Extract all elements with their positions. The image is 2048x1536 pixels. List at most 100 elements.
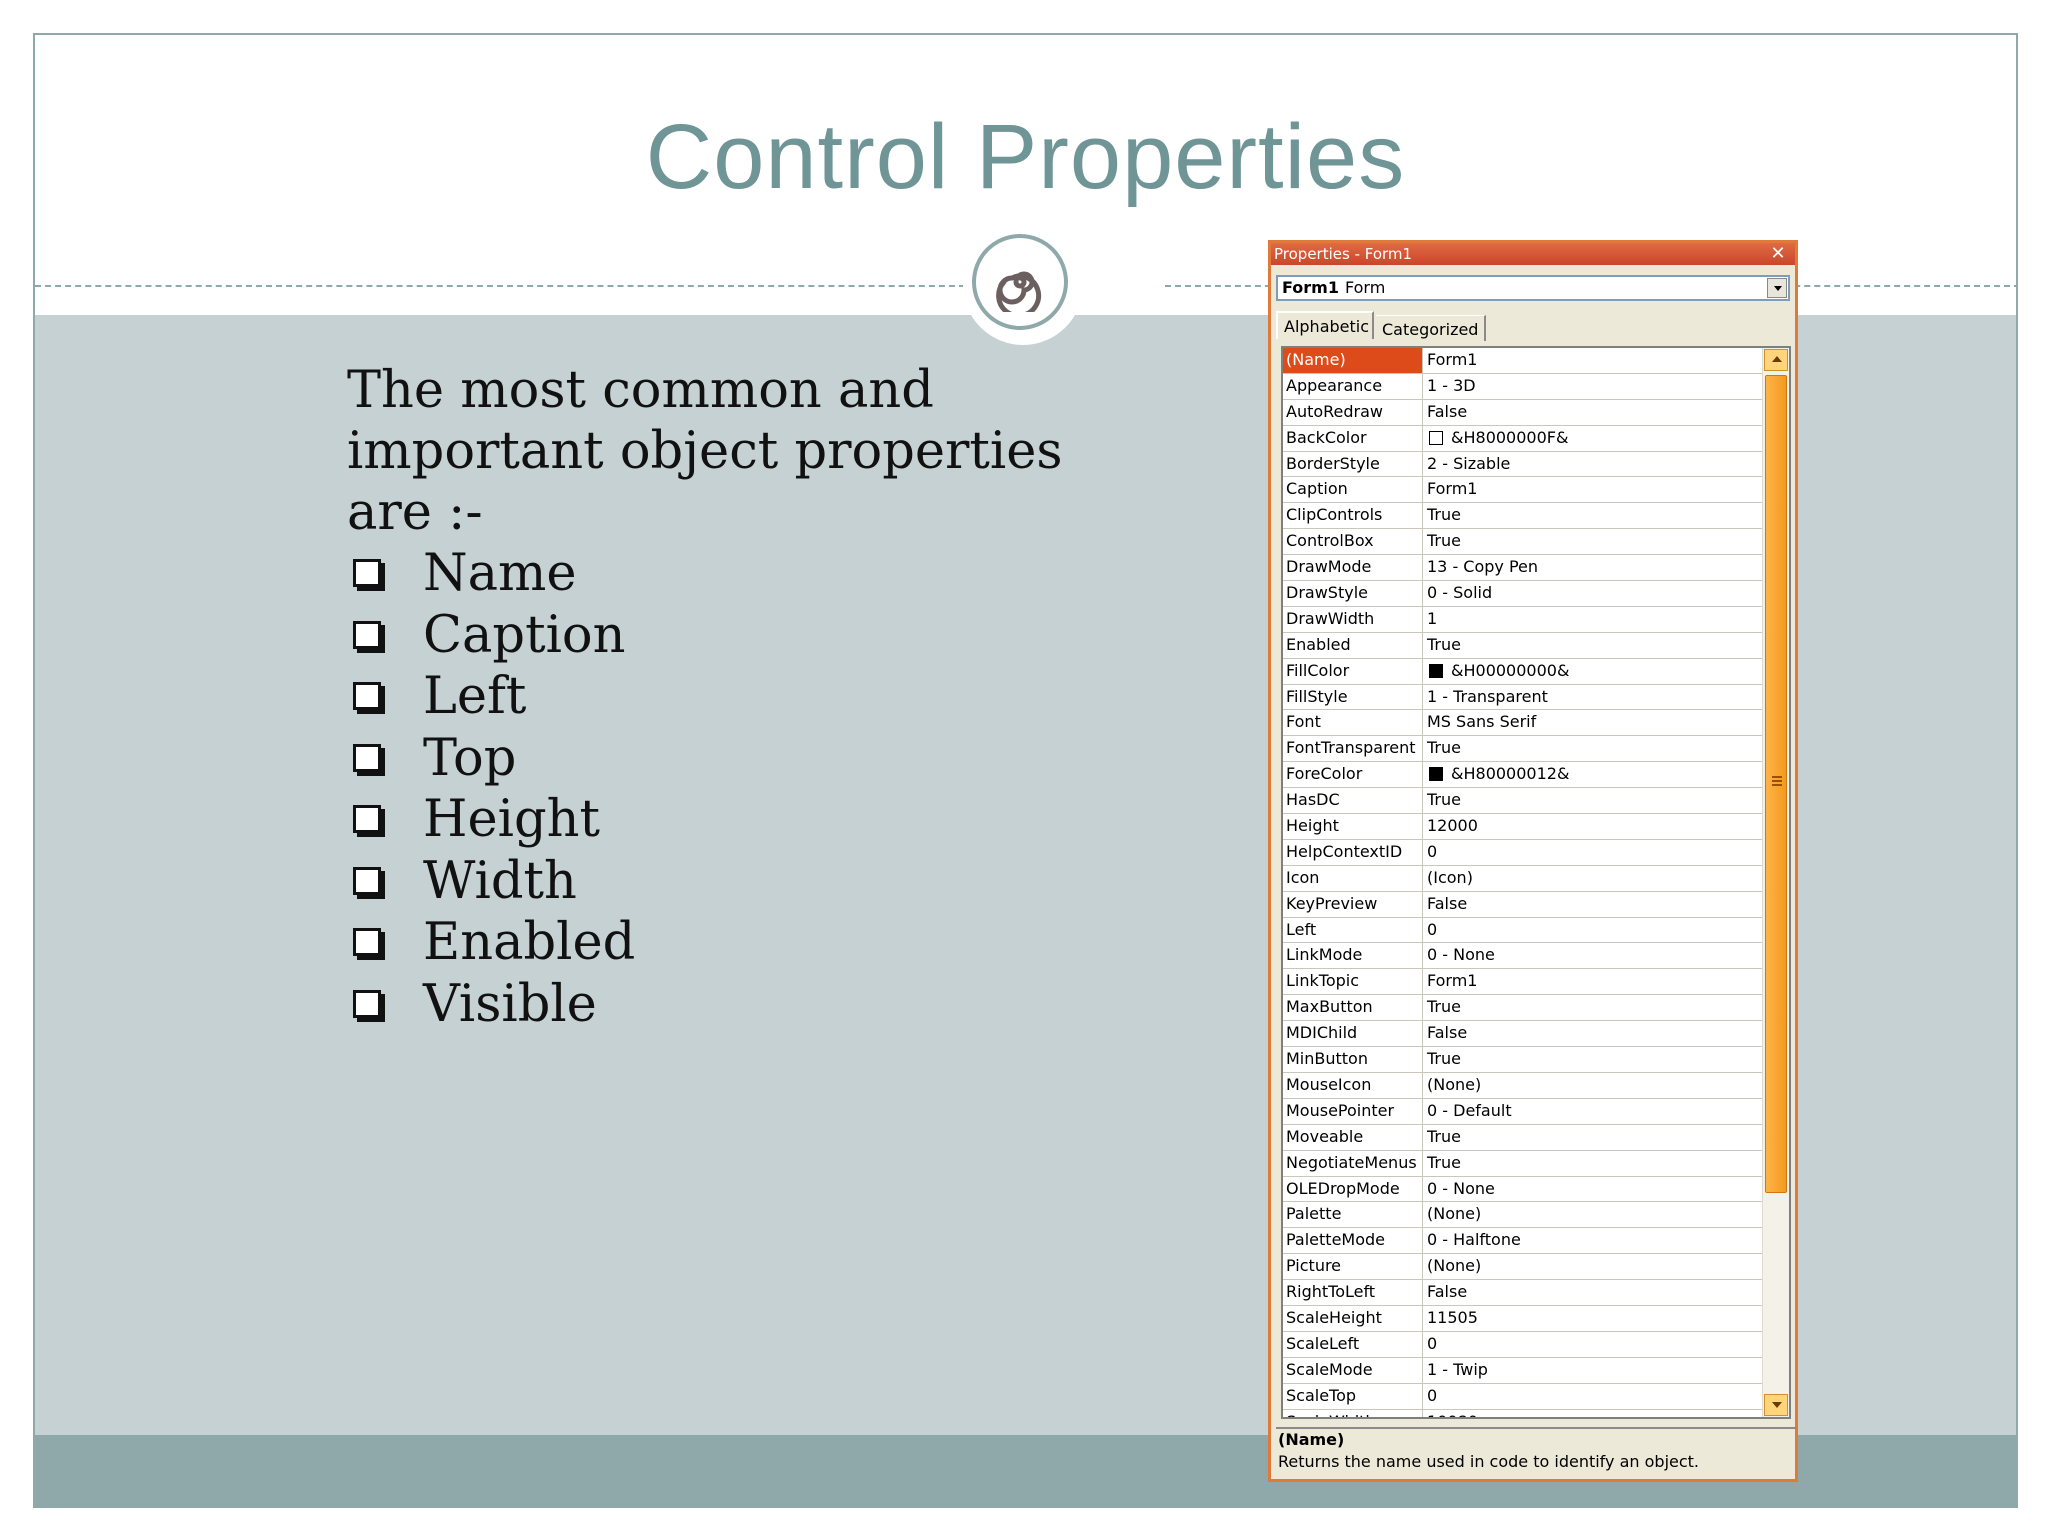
property-row[interactable]: BackColor &H8000000F& (1283, 425, 1763, 452)
property-name[interactable]: Caption (1283, 477, 1423, 503)
property-value[interactable]: 0 - Default (1424, 1099, 1763, 1124)
property-row[interactable]: AutoRedraw False (1283, 399, 1763, 426)
property-name[interactable]: Palette (1283, 1202, 1423, 1228)
property-value[interactable]: False (1424, 1280, 1763, 1305)
property-name[interactable]: ScaleHeight (1283, 1305, 1423, 1331)
property-value[interactable]: &H8000000F& (1424, 426, 1763, 451)
property-name[interactable]: BackColor (1283, 425, 1423, 451)
property-name[interactable]: Enabled (1283, 632, 1423, 658)
property-name[interactable]: FillStyle (1283, 684, 1423, 710)
scroll-down-button[interactable] (1764, 1394, 1788, 1416)
property-name[interactable]: OLEDropMode (1283, 1176, 1423, 1202)
property-row[interactable]: ClipControls True (1283, 503, 1763, 530)
scroll-thumb[interactable] (1765, 375, 1787, 1193)
property-value[interactable]: 13 - Copy Pen (1424, 555, 1763, 580)
property-row[interactable]: DrawStyle 0 - Solid (1283, 581, 1763, 607)
property-row[interactable]: MaxButton True (1283, 995, 1763, 1022)
object-selector[interactable]: Form1 Form (1276, 275, 1790, 301)
property-value[interactable]: Form1 (1424, 477, 1763, 502)
property-value[interactable]: True (1424, 633, 1763, 658)
property-value[interactable]: (None) (1424, 1202, 1763, 1227)
property-value[interactable]: (None) (1424, 1254, 1763, 1279)
property-name[interactable]: Left (1283, 917, 1423, 943)
property-name[interactable]: ScaleMode (1283, 1357, 1423, 1383)
vertical-scrollbar[interactable] (1762, 348, 1789, 1417)
property-name[interactable]: ControlBox (1283, 529, 1423, 555)
property-row[interactable]: (Name) Form1 (1283, 348, 1763, 374)
window-titlebar[interactable]: Properties - Form1 ✕ (1271, 243, 1795, 265)
property-name[interactable]: MDIChild (1283, 1021, 1423, 1047)
property-value[interactable]: 1 - Twip (1424, 1358, 1763, 1383)
property-value[interactable]: 11505 (1424, 1306, 1763, 1331)
property-row[interactable]: HelpContextID 0 (1283, 839, 1763, 866)
property-value[interactable]: 0 (1424, 1332, 1763, 1357)
property-name[interactable]: FillColor (1283, 658, 1423, 684)
property-name[interactable]: MaxButton (1283, 995, 1423, 1021)
property-row[interactable]: ControlBox True (1283, 529, 1763, 556)
scroll-up-button[interactable] (1764, 349, 1788, 371)
close-icon[interactable]: ✕ (1769, 243, 1787, 265)
property-name[interactable]: DrawWidth (1283, 606, 1423, 632)
property-row[interactable]: RightToLeft False (1283, 1280, 1763, 1306)
property-value[interactable]: True (1424, 788, 1763, 813)
property-name[interactable]: MinButton (1283, 1047, 1423, 1072)
property-value[interactable]: (None) (1424, 1073, 1763, 1098)
property-row[interactable]: DrawMode 13 - Copy Pen (1283, 555, 1763, 582)
property-row[interactable]: FontTransparent True (1283, 736, 1763, 763)
property-row[interactable]: Caption Form1 (1283, 477, 1763, 504)
property-name[interactable]: PaletteMode (1283, 1228, 1423, 1254)
chevron-down-icon[interactable] (1767, 278, 1787, 298)
property-row[interactable]: ScaleMode 1 - Twip (1283, 1357, 1763, 1384)
property-value[interactable]: 0 - Solid (1424, 581, 1763, 606)
property-value[interactable]: True (1424, 1047, 1763, 1072)
property-row[interactable]: Font MS Sans Serif (1283, 710, 1763, 737)
property-row[interactable]: LinkMode 0 - None (1283, 943, 1763, 970)
property-value[interactable]: 0 - Halftone (1424, 1228, 1763, 1253)
property-row[interactable]: ScaleHeight 11505 (1283, 1305, 1763, 1332)
property-name[interactable]: AutoRedraw (1283, 399, 1423, 425)
property-row[interactable]: Icon (Icon) (1283, 865, 1763, 892)
property-name[interactable]: Icon (1283, 865, 1423, 891)
tab-categorized[interactable]: Categorized (1376, 315, 1486, 341)
property-row[interactable]: MousePointer 0 - Default (1283, 1098, 1763, 1125)
property-row[interactable]: DrawWidth 1 (1283, 606, 1763, 633)
property-row[interactable]: MouseIcon (None) (1283, 1072, 1763, 1099)
property-row[interactable]: FillStyle 1 - Transparent (1283, 684, 1763, 711)
property-name[interactable]: Picture (1283, 1254, 1423, 1280)
property-value[interactable]: False (1424, 1021, 1763, 1046)
property-name[interactable]: NegotiateMenus (1283, 1150, 1423, 1176)
property-name[interactable]: HasDC (1283, 788, 1423, 814)
property-row[interactable]: Moveable True (1283, 1124, 1763, 1151)
property-name[interactable]: ForeColor (1283, 762, 1423, 788)
property-value[interactable]: 0 (1424, 840, 1763, 865)
property-name[interactable]: Appearance (1283, 373, 1423, 399)
property-value[interactable]: Form1 (1424, 969, 1763, 994)
property-value[interactable]: 0 (1424, 918, 1763, 943)
property-row[interactable]: MDIChild False (1283, 1021, 1763, 1048)
property-row[interactable]: NegotiateMenus True (1283, 1150, 1763, 1177)
property-row[interactable]: Palette (None) (1283, 1202, 1763, 1229)
property-value[interactable]: &H80000012& (1424, 762, 1763, 787)
property-value[interactable]: Form1 (1424, 348, 1763, 373)
property-value[interactable]: 0 (1424, 1384, 1763, 1409)
property-row[interactable]: LinkTopic Form1 (1283, 969, 1763, 996)
property-name[interactable]: LinkMode (1283, 943, 1423, 969)
property-name[interactable]: ScaleTop (1283, 1383, 1423, 1409)
property-row[interactable]: Left 0 (1283, 917, 1763, 944)
property-row[interactable]: KeyPreview False (1283, 891, 1763, 918)
property-value[interactable]: 0 - None (1424, 943, 1763, 968)
property-value[interactable]: 2 - Sizable (1424, 452, 1763, 477)
property-row[interactable]: ScaleWidth 10080 (1283, 1409, 1763, 1417)
property-row[interactable]: Enabled True (1283, 632, 1763, 659)
property-value[interactable]: True (1424, 503, 1763, 528)
tab-alphabetic[interactable]: Alphabetic (1276, 311, 1374, 339)
property-name[interactable]: HelpContextID (1283, 839, 1423, 865)
property-name[interactable]: Moveable (1283, 1124, 1423, 1150)
property-row[interactable]: PaletteMode 0 - Halftone (1283, 1228, 1763, 1255)
property-name[interactable]: Font (1283, 710, 1423, 736)
property-name[interactable]: ScaleWidth (1283, 1409, 1423, 1417)
property-name[interactable]: (Name) (1283, 348, 1423, 373)
property-value[interactable]: True (1424, 1125, 1763, 1150)
property-value[interactable]: False (1424, 400, 1763, 425)
property-row[interactable]: OLEDropMode 0 - None (1283, 1176, 1763, 1203)
